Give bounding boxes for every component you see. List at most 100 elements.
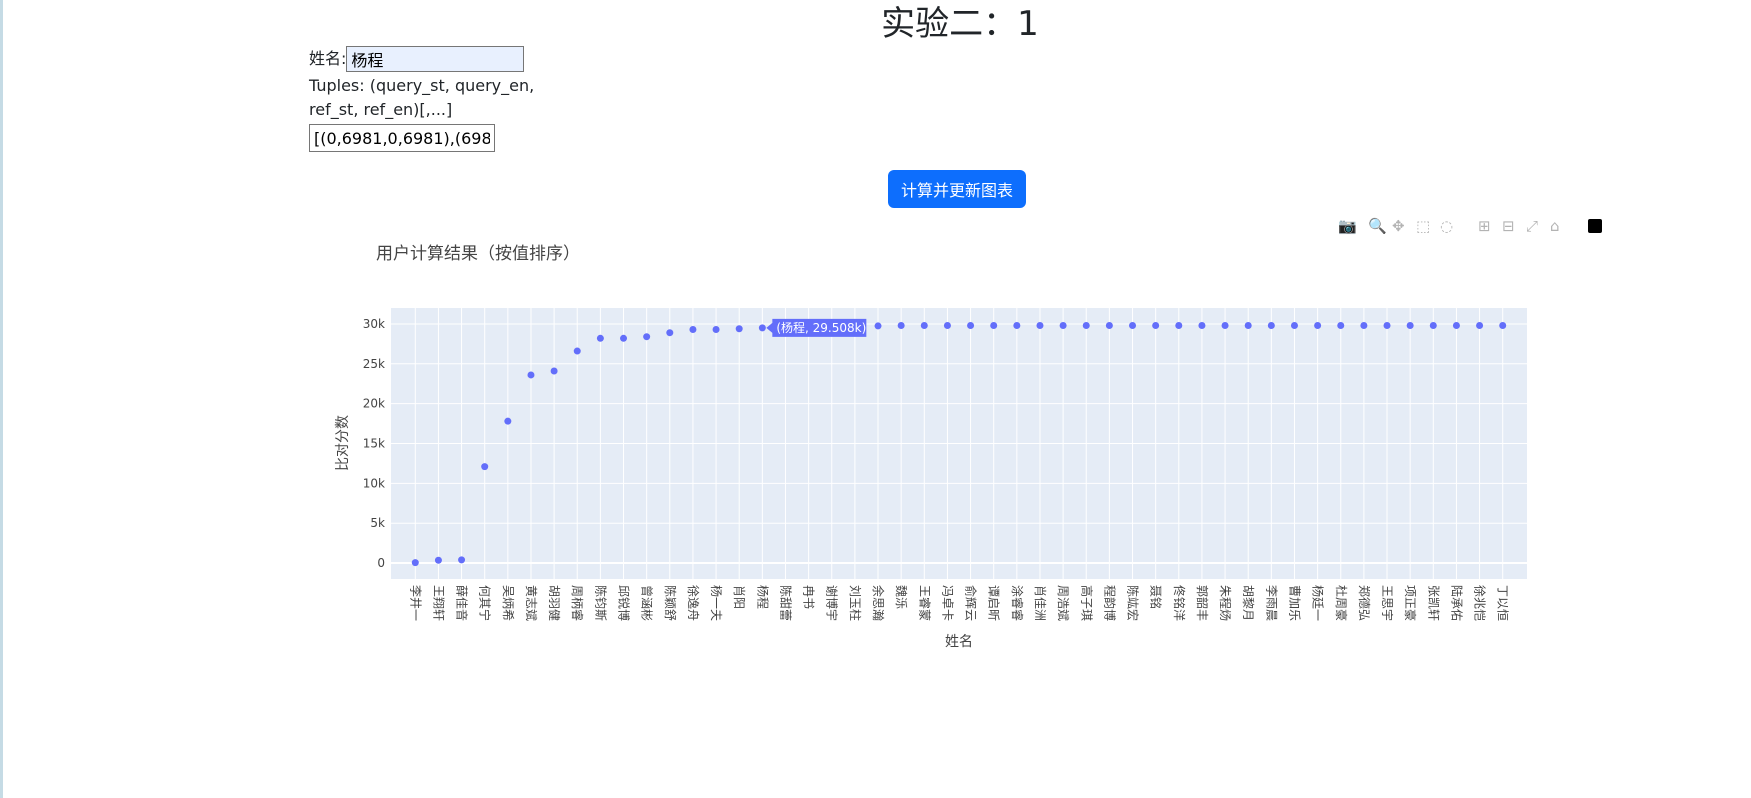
x-tick-label: 郑德弘 [1357,585,1372,621]
data-point[interactable] [481,463,489,471]
data-point[interactable] [411,559,419,567]
x-tick-label: 杨一夫 [709,585,724,621]
y-tick-label: 5k [370,516,385,530]
x-tick-label: 张凯轩 [1426,585,1440,621]
x-tick-label: 徐兆恺 [1473,585,1488,621]
x-tick-label: 薛佳音 [455,585,470,621]
data-point[interactable] [1499,322,1507,330]
data-point[interactable] [620,334,628,342]
x-tick-label: 佟铭洋 [1172,585,1187,621]
x-tick-label: 冯卓卡 [940,585,954,621]
x-tick-label: 胡羽健 [547,585,561,621]
x-tick-label: 程韵博 [1102,585,1117,621]
x-tick-label: 邱锐博 [617,585,632,621]
data-point[interactable] [1290,322,1298,330]
scatter-chart: 用户计算结果（按值排序） 0 5k 10k 15k 20k 25k 30k 李井一 王翔轩 薛佳… [335,244,1527,650]
x-tick-label: 冉书 [802,585,816,609]
data-point[interactable] [1314,322,1322,330]
x-tick-label: 周浩斌 [1056,585,1070,621]
data-point[interactable] [527,371,535,379]
data-point[interactable] [1152,322,1160,330]
data-point[interactable] [874,322,882,330]
hover-tooltip-text: (杨程, 29.508k) [776,320,866,335]
y-tick-label: 30k [363,317,385,331]
y-tick-label: 10k [363,476,385,490]
x-tick-label: 朱程炀 [1218,585,1233,621]
x-tick-label: 曹加乐 [1287,585,1301,621]
data-point[interactable] [1337,322,1345,330]
x-tick-label: 郭韶丰 [1195,585,1210,621]
x-tick-label: 黄志斌 [524,585,538,621]
data-point[interactable] [1175,322,1183,330]
x-tick-label: 谭启昕 [987,585,1001,621]
x-tick-label: 杨廷一 [1311,585,1326,621]
y-tick-label: 20k [363,397,385,411]
y-tick-label: 15k [363,437,385,451]
data-point[interactable] [1452,322,1460,330]
x-tick-label: 徐逸舟 [686,585,701,621]
data-point[interactable] [458,556,466,564]
x-tick-label: 曾涵彬 [640,585,654,621]
x-tick-label: 俞辉云 [964,585,979,621]
data-point[interactable] [1360,322,1368,330]
data-point[interactable] [712,326,720,334]
x-tick-label: 余思瀚 [871,585,886,621]
data-point[interactable] [1383,322,1391,330]
x-tick-label: 李井一 [408,585,423,621]
x-tick-label: 魏泺 [894,585,909,609]
data-point[interactable] [666,329,674,337]
data-point[interactable] [758,324,766,332]
y-tick-label: 25k [363,357,385,371]
data-point[interactable] [1267,322,1275,330]
data-point[interactable] [1059,322,1067,330]
x-tick-label: 丁以恒 [1496,585,1510,621]
x-tick-label: 刘玉柱 [848,585,863,621]
data-point[interactable] [1198,322,1206,330]
data-point[interactable] [1013,322,1021,330]
data-point[interactable] [1429,322,1437,330]
data-point[interactable] [1221,322,1229,330]
data-point[interactable] [1244,322,1252,330]
x-tick-label: 项正豪 [1403,585,1418,621]
x-tick-label: 王思宇 [1380,585,1394,621]
data-point[interactable] [967,322,975,330]
data-point[interactable] [990,322,998,330]
data-point[interactable] [596,334,604,342]
data-point[interactable] [573,347,581,355]
x-tick-label: 李雨晨 [1264,585,1279,621]
data-point[interactable] [1036,322,1044,330]
data-point[interactable] [1406,322,1414,330]
x-tick-label: 陈钧斯 [593,585,608,621]
x-tick-label: 王睿蒙 [917,585,932,621]
x-tick-label: 吴炳希 [501,585,516,621]
x-tick-label: 何其宁 [478,585,493,621]
data-point[interactable] [643,333,651,341]
x-tick-label: 肖佳洲 [1033,585,1047,621]
x-tick-label: 谢博宇 [825,585,840,621]
data-point[interactable] [735,325,743,333]
data-point[interactable] [897,322,905,330]
data-point[interactable] [943,322,951,330]
x-tick-label: 杨程 [755,585,770,609]
x-axis-label: 姓名 [945,634,973,650]
data-point[interactable] [550,367,558,375]
data-point[interactable] [689,326,697,334]
x-tick-label: 聂铭 [1149,585,1164,609]
x-tick-label: 王翔轩 [431,585,445,621]
data-point[interactable] [504,417,512,425]
data-point[interactable] [1476,322,1484,330]
x-tick-label: 陈颖舒 [663,585,678,621]
x-tick-label: 陈竑宏 [1126,585,1141,621]
y-tick-label: 0 [377,556,385,570]
x-tick-label: 周柄睿 [570,585,585,621]
data-point[interactable] [434,556,442,564]
x-tick-label: 杜周豪 [1334,585,1349,621]
x-tick-label: 陆承佑 [1449,585,1464,621]
x-tick-label: 陈甜蕾 [778,585,793,621]
data-point[interactable] [920,322,928,330]
data-point[interactable] [1082,322,1090,330]
x-tick-label: 高子琪 [1079,585,1094,621]
data-point[interactable] [1105,322,1113,330]
data-point[interactable] [1129,322,1137,330]
chart-title: 用户计算结果（按值排序） [376,244,580,264]
